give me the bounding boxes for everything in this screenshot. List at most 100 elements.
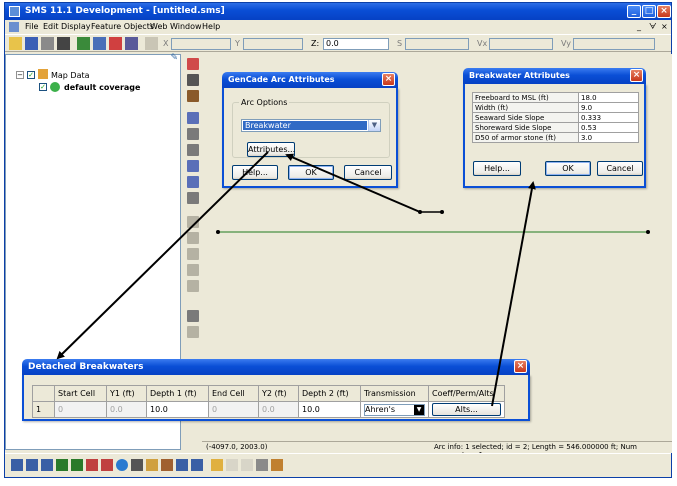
breakwater-dialog-close-button[interactable]: × [630,69,643,82]
map-data-checkbox[interactable]: ✓ [27,71,35,79]
gencade-dialog-titlebar[interactable]: GenCade Arc Attributes × [222,72,398,88]
tree-expander[interactable]: − [16,71,24,79]
module-grid-icon[interactable] [26,459,38,471]
minimize-button[interactable]: _ [627,5,641,18]
select-tool-icon[interactable] [187,58,199,70]
gencade-help-button[interactable]: Help... [232,165,278,180]
rotate-icon[interactable] [125,37,138,50]
create-arc-icon[interactable] [187,112,199,124]
model-disabled-2-icon [241,459,253,471]
mdi-close-button[interactable]: × [661,22,668,31]
breakwater-cancel-button[interactable]: Cancel [597,161,643,176]
module-gis-icon[interactable] [116,459,128,471]
module-mesh-icon[interactable] [11,459,23,471]
alts-button[interactable]: Alts... [432,403,501,416]
close-button[interactable]: × [657,5,671,18]
table-row: Seaward Side Slope 0.333 [472,112,639,123]
breakwater-attributes-dialog: Breakwater Attributes × Freeboard to MSL… [463,68,646,188]
alts-cell: Alts... [428,401,505,418]
menu-help[interactable]: Help [202,22,220,31]
pin-icon[interactable]: ✎ [170,53,178,63]
menu-feature-objects[interactable]: Feature Objects [91,22,154,31]
module-map-icon[interactable] [131,459,143,471]
map-data-icon [38,69,48,79]
pan-tool-icon[interactable] [187,90,199,102]
detached-dialog-close-button[interactable]: × [514,360,527,373]
module-scatter-icon[interactable] [41,459,53,471]
print-icon[interactable] [41,37,54,50]
select-point-icon[interactable] [187,264,199,276]
module-hydro-icon[interactable] [176,459,188,471]
model-save-icon[interactable] [256,459,268,471]
pin-icon[interactable] [109,37,122,50]
attr-value[interactable]: 0.333 [578,112,639,123]
menu-window[interactable]: Window [170,22,202,31]
module-annotation-icon[interactable] [146,459,158,471]
select-polygon-icon[interactable] [187,232,199,244]
attr-value[interactable]: 18.0 [578,92,639,103]
breakwater-attributes-table: Freeboard to MSL (ft) 18.0 Width (ft) 9.… [472,92,639,143]
detached-breakwaters-dialog: Detached Breakwaters × Start Cell Y1 (ft… [22,359,530,421]
detached-dialog-title: Detached Breakwaters [28,362,144,372]
detached-breakwaters-table: Start Cell Y1 (ft) Depth 1 (ft) End Cell… [32,385,505,418]
module-raster-icon[interactable] [86,459,98,471]
select-arc-icon[interactable] [187,160,199,172]
module-coverage-icon[interactable] [191,459,203,471]
menu-edit[interactable]: Edit [43,22,59,31]
attr-label: Shoreward Side Slope [472,122,579,133]
chevron-down-icon[interactable]: ▼ [368,120,380,131]
attr-value[interactable]: 3.0 [578,132,639,143]
depth1-cell[interactable]: 10.0 [146,401,209,418]
module-sediment-icon[interactable] [161,459,173,471]
z-coordinate-field[interactable]: 0.0 [323,38,389,50]
breakwater-help-button[interactable]: Help... [473,161,521,176]
maximize-button[interactable]: □ [642,5,656,18]
select-vertex-icon[interactable] [187,144,199,156]
model-disabled-1-icon [226,459,238,471]
breakwater-ok-button[interactable]: OK [545,161,591,176]
mdi-restore-button[interactable]: ᗄ [649,22,657,32]
document-icon[interactable] [9,22,19,32]
attr-value[interactable]: 0.53 [578,122,639,133]
gencade-cancel-button[interactable]: Cancel [344,165,392,180]
misc-tool-icon[interactable] [187,326,199,338]
coverage-checkbox[interactable]: ✓ [39,83,47,91]
tree-item-map-data[interactable]: Map Data [51,71,90,80]
delete-icon[interactable] [57,37,70,50]
module-particle-icon[interactable] [101,459,113,471]
menu-display[interactable]: Display [61,22,91,31]
chevron-down-icon[interactable]: ▼ [414,404,424,415]
gencade-ok-button[interactable]: OK [288,165,334,180]
attr-value[interactable]: 9.0 [578,102,639,113]
frame-icon[interactable] [77,37,90,50]
title-bar[interactable]: SMS 11.1 Development - [untitled.sms] _ … [5,3,671,20]
arc-type-select[interactable]: Breakwater ▼ [241,119,381,132]
gencade-dialog-close-button[interactable]: × [382,73,395,86]
save-icon[interactable] [25,37,38,50]
select-node-icon[interactable] [187,128,199,140]
select-arc-group-icon[interactable] [187,192,199,204]
depth2-cell[interactable]: 10.0 [298,401,361,418]
zoom-tool-icon[interactable] [187,74,199,86]
breakwater-dialog-titlebar[interactable]: Breakwater Attributes × [463,68,646,84]
rectangle-tool-icon[interactable] [187,280,199,292]
detached-dialog-titlebar[interactable]: Detached Breakwaters × [22,359,530,375]
menu-file[interactable]: File [25,22,38,31]
measure-tool-icon[interactable] [187,310,199,322]
create-arc-group-icon[interactable] [187,176,199,188]
column-header: Depth 2 (ft) [298,385,361,402]
menu-web[interactable]: Web [150,22,167,31]
model-hand-icon[interactable] [211,459,223,471]
attributes-button[interactable]: Attributes... [247,142,295,157]
tree-item-default-coverage[interactable]: default coverage [64,83,140,92]
open-folder-icon[interactable] [9,37,22,50]
module-cartesian-icon[interactable] [56,459,68,471]
zoom-icon[interactable] [93,37,106,50]
z-label: Z: [311,39,320,48]
model-chart-icon[interactable] [271,459,283,471]
create-point-icon[interactable] [187,248,199,260]
polygon-tool-icon[interactable] [187,216,199,228]
mdi-minimize-button[interactable]: _ [637,22,641,31]
module-quadtree-icon[interactable] [71,459,83,471]
transmission-select[interactable]: Ahren's ▼ [364,403,425,416]
